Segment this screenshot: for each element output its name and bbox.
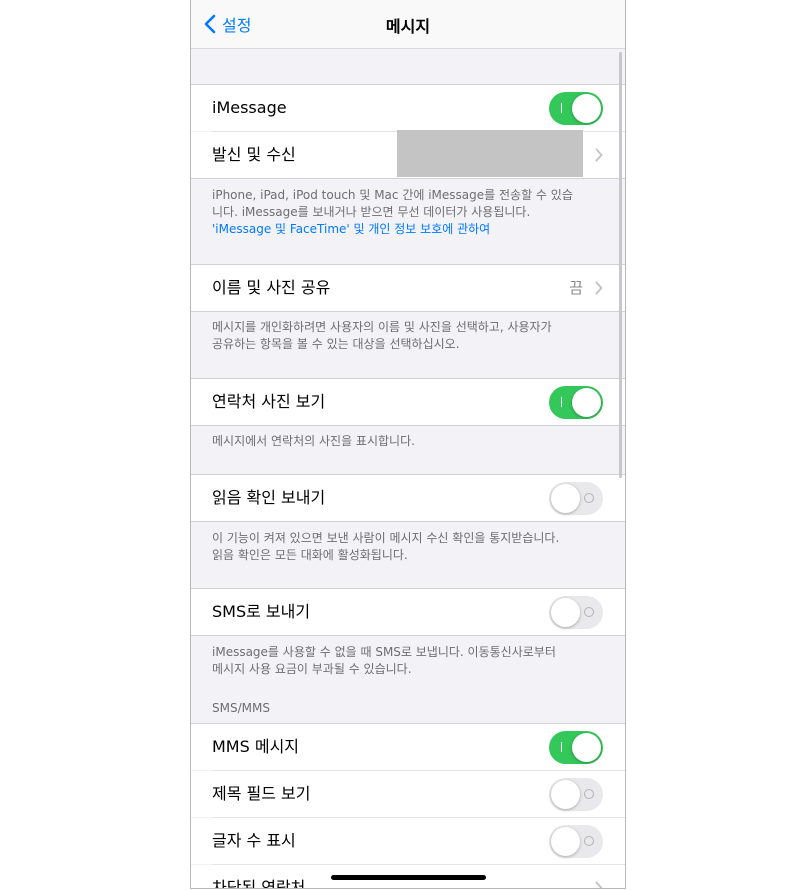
contact-photos-footer: 메시지에서 연락처의 사진을 표시합니다. bbox=[212, 433, 607, 450]
toggle-on-mark-icon bbox=[561, 742, 562, 752]
mms-toggle[interactable] bbox=[549, 731, 603, 764]
contact-photos-toggle[interactable] bbox=[549, 386, 603, 419]
imessage-toggle[interactable] bbox=[549, 92, 603, 125]
section-header-sms-mms: SMS/MMS bbox=[212, 701, 270, 715]
read-receipts-label: 읽음 확인 보내기 bbox=[212, 488, 326, 507]
footer-text: 니다. iMessage를 보내거나 받으면 무선 데이터가 사용됩니다. bbox=[212, 205, 531, 219]
mms-row: MMS 메시지 bbox=[191, 724, 625, 770]
divider bbox=[191, 178, 625, 179]
page-title: 메시지 bbox=[385, 17, 431, 36]
send-as-sms-footer: iMessage를 사용할 수 없을 때 SMS로 보냅니다. 이동통신사로부터… bbox=[212, 644, 607, 678]
footer-text: 메시지에서 연락처의 사진을 표시합니다. bbox=[212, 434, 415, 448]
scroll-indicator[interactable] bbox=[619, 52, 622, 478]
toggle-knob bbox=[572, 94, 601, 123]
privacy-link[interactable]: 'iMessage 및 FaceTime' 및 개인 정보 보호에 관하여 bbox=[212, 221, 607, 238]
chevron-right-icon bbox=[595, 281, 603, 295]
toggle-off-mark-icon bbox=[584, 493, 594, 503]
blocked-contacts-label: 차단된 연락처 bbox=[212, 878, 306, 889]
toggle-knob bbox=[551, 598, 580, 627]
footer-text: 메시지 사용 요금이 부과될 수 있습니다. bbox=[212, 662, 412, 676]
toggle-knob bbox=[551, 780, 580, 809]
footer-text: iPhone, iPad, iPod touch 및 Mac 간에 iMessa… bbox=[212, 188, 573, 202]
name-photo-label: 이름 및 사진 공유 bbox=[212, 278, 331, 297]
read-receipts-toggle[interactable] bbox=[549, 482, 603, 515]
char-count-row: 글자 수 표시 bbox=[191, 818, 625, 864]
contact-photos-label: 연락처 사진 보기 bbox=[212, 392, 326, 411]
home-indicator[interactable] bbox=[331, 875, 486, 880]
toggle-knob bbox=[572, 733, 601, 762]
send-receive-label: 발신 및 수신 bbox=[212, 145, 296, 164]
navigation-bar: 설정 메시지 bbox=[191, 0, 625, 49]
name-photo-footer: 메시지를 개인화하려면 사용자의 이름 및 사진을 선택하고, 사용자가 공유하… bbox=[212, 319, 607, 353]
send-as-sms-toggle[interactable] bbox=[549, 596, 603, 629]
read-receipts-row: 읽음 확인 보내기 bbox=[191, 475, 625, 521]
toggle-on-mark-icon bbox=[561, 397, 562, 407]
divider bbox=[191, 635, 625, 636]
char-count-toggle[interactable] bbox=[549, 825, 603, 858]
mms-label: MMS 메시지 bbox=[212, 737, 300, 756]
footer-text: iMessage를 사용할 수 없을 때 SMS로 보냅니다. 이동통신사로부터 bbox=[212, 645, 556, 659]
footer-text: 공유하는 항목을 볼 수 있는 대상을 선택하십시오. bbox=[212, 337, 460, 351]
chevron-right-icon bbox=[595, 148, 603, 162]
toggle-knob bbox=[551, 484, 580, 513]
send-as-sms-row: SMS로 보내기 bbox=[191, 589, 625, 635]
toggle-knob bbox=[551, 827, 580, 856]
toggle-on-mark-icon bbox=[561, 103, 562, 113]
settings-screen: 설정 메시지 iMessage 발신 및 수신 iPhone, iPad, iP… bbox=[190, 0, 626, 889]
footer-text: 메시지를 개인화하려면 사용자의 이름 및 사진을 선택하고, 사용자가 bbox=[212, 320, 552, 334]
footer-text: 읽음 확인은 모든 대화에 활성화됩니다. bbox=[212, 548, 408, 562]
toggle-knob bbox=[572, 388, 601, 417]
read-receipts-footer: 이 기능이 켜져 있으면 보낸 사람이 메시지 수신 확인을 통지받습니다. 읽… bbox=[212, 530, 607, 564]
name-photo-value: 끔 bbox=[569, 279, 583, 297]
divider bbox=[191, 521, 625, 522]
name-photo-row[interactable]: 이름 및 사진 공유 끔 bbox=[191, 265, 625, 311]
redacted-value bbox=[397, 130, 583, 177]
char-count-label: 글자 수 표시 bbox=[212, 831, 296, 850]
subject-field-toggle[interactable] bbox=[549, 778, 603, 811]
imessage-row: iMessage bbox=[191, 85, 625, 131]
subject-field-row: 제목 필드 보기 bbox=[191, 771, 625, 817]
imessage-footer: iPhone, iPad, iPod touch 및 Mac 간에 iMessa… bbox=[212, 187, 607, 238]
send-as-sms-label: SMS로 보내기 bbox=[212, 602, 311, 621]
imessage-label: iMessage bbox=[212, 98, 287, 117]
toggle-off-mark-icon bbox=[584, 607, 594, 617]
contact-photos-row: 연락처 사진 보기 bbox=[191, 379, 625, 425]
divider bbox=[191, 425, 625, 426]
chevron-right-icon bbox=[595, 881, 603, 888]
toggle-off-mark-icon bbox=[584, 836, 594, 846]
footer-text: 이 기능이 켜져 있으면 보낸 사람이 메시지 수신 확인을 통지받습니다. bbox=[212, 531, 560, 545]
divider bbox=[191, 311, 625, 312]
toggle-off-mark-icon bbox=[584, 789, 594, 799]
subject-field-label: 제목 필드 보기 bbox=[212, 784, 311, 803]
